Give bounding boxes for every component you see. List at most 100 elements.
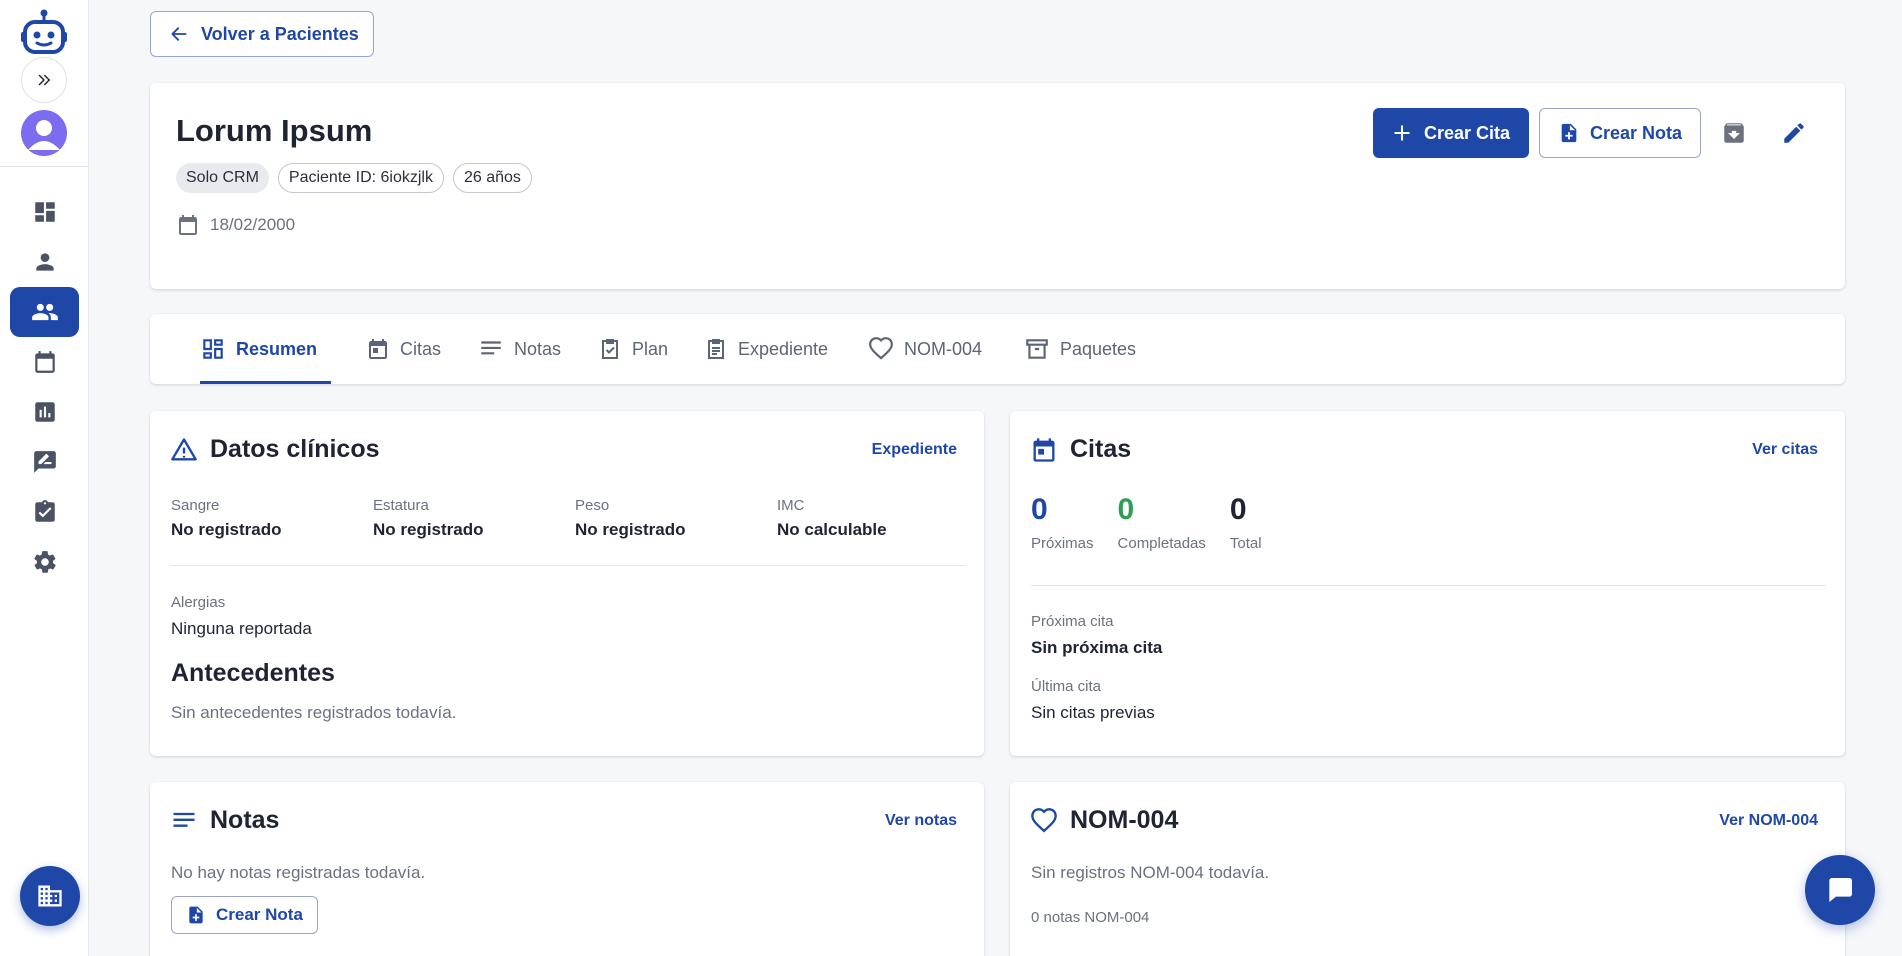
sidebar-item-profile[interactable]: [10, 237, 79, 287]
back-to-patients-button[interactable]: Volver a Pacientes: [150, 11, 374, 57]
divider: [171, 565, 965, 566]
expediente-link[interactable]: Expediente: [872, 441, 957, 459]
back-label: Volver a Pacientes: [201, 23, 359, 44]
tab-label: Notas: [514, 338, 562, 359]
allergies-label: Alergias: [171, 594, 226, 611]
bmi-field: IMC No calculable: [777, 497, 887, 539]
sidebar-divider: [0, 166, 88, 167]
notes-title: Notas: [170, 806, 279, 835]
dashboard-icon: [34, 202, 55, 222]
appointments-card: Citas Ver citas 0 Próximas 0 Completadas…: [1010, 411, 1845, 756]
sidebar-item-tasks[interactable]: [10, 487, 79, 537]
tab-resumen[interactable]: Resumen: [200, 314, 332, 384]
tab-label: Resumen: [236, 338, 318, 359]
weight-field: Peso No registrado: [575, 497, 686, 539]
tab-label: NOM-004: [904, 338, 983, 359]
avatar[interactable]: [21, 110, 67, 156]
person-icon: [35, 253, 54, 271]
sidebar-item-settings[interactable]: [10, 537, 79, 587]
sidebar-item-calendar[interactable]: [10, 337, 79, 387]
chat-bubble-icon: [1829, 878, 1852, 902]
birth-date-value: 18/02/2000: [210, 215, 296, 234]
view-nom004-link[interactable]: Ver NOM-004: [1719, 812, 1818, 830]
chart-icon: [34, 402, 55, 422]
dashboard-outline-icon: [203, 339, 223, 359]
next-appointment-label: Próxima cita: [1031, 613, 1114, 630]
last-appointment-label: Última cita: [1031, 678, 1102, 695]
patient-chips: Solo CRM Paciente ID: 6iokzjlk 26 años: [176, 163, 532, 193]
divider: [1031, 585, 1826, 586]
patient-header-card: Lorum Ipsum Solo CRM Paciente ID: 6iokzj…: [150, 83, 1845, 289]
sidebar-item-patients[interactable]: [10, 287, 79, 337]
arrow-left-icon: [171, 27, 187, 41]
tab-label: Citas: [400, 338, 442, 359]
view-notes-link[interactable]: Ver notas: [885, 812, 957, 830]
calendar-icon: [34, 351, 55, 373]
tab-notas[interactable]: Notas: [478, 314, 561, 384]
tab-citas[interactable]: Citas: [366, 314, 441, 384]
tab-paquetes[interactable]: Paquetes: [1024, 314, 1136, 384]
tab-label: Paquetes: [1060, 338, 1137, 359]
stat-upcoming: 0 Próximas: [1031, 493, 1094, 552]
pencil-icon: [1784, 123, 1804, 143]
heart-icon: [1031, 807, 1057, 833]
warning-icon: [171, 437, 197, 460]
sidebar-item-feedback[interactable]: [10, 437, 79, 487]
tab-expediente[interactable]: Expediente: [704, 314, 828, 384]
stat-completed: 0 Completadas: [1117, 493, 1206, 552]
patient-name: Lorum Ipsum: [176, 113, 373, 148]
notes-card: Notas Ver notas No hay notas registradas…: [150, 782, 984, 956]
archive-icon: [1724, 123, 1744, 143]
age-chip: 26 años: [452, 163, 532, 193]
nom004-count: 0 notas NOM-004: [1031, 909, 1150, 926]
appointments-title: Citas: [1030, 435, 1131, 464]
people-icon: [31, 303, 58, 321]
notes-icon: [173, 812, 195, 827]
create-appointment-button[interactable]: Crear Cita: [1373, 108, 1529, 158]
calendar-icon: [1033, 437, 1055, 462]
create-note-inline-button[interactable]: Crear Nota: [171, 896, 318, 934]
clipboard-icon: [708, 339, 724, 359]
edit-patient-button[interactable]: [1776, 115, 1812, 151]
sidebar-item-reports[interactable]: [10, 387, 79, 437]
tab-plan[interactable]: Plan: [598, 314, 668, 384]
notes-empty: No hay notas registradas todavía.: [171, 863, 426, 882]
clinical-data-card: Datos clínicos Expediente Sangre No regi…: [150, 411, 984, 756]
history-empty: Sin antecedentes registrados todavía.: [171, 703, 457, 722]
checklist-icon: [602, 339, 618, 359]
calendar-icon: [179, 215, 197, 235]
building-icon: [38, 885, 62, 907]
note-add-icon: [1561, 123, 1577, 143]
create-appointment-label: Crear Cita: [1423, 122, 1511, 143]
organization-button[interactable]: [20, 866, 80, 926]
sidebar-item-dashboard[interactable]: [10, 187, 79, 237]
tab-label: Expediente: [738, 338, 829, 359]
nom004-empty: Sin registros NOM-004 todavía.: [1031, 863, 1270, 882]
gear-icon: [33, 551, 56, 573]
allergies-value: Ninguna reportada: [171, 619, 312, 638]
birth-date: 18/02/2000: [176, 213, 295, 237]
sidebar: [0, 0, 89, 956]
create-note-button[interactable]: Crear Nota: [1539, 108, 1701, 158]
nom004-title: NOM-004: [1030, 806, 1178, 835]
patient-tabs: Resumen Citas Notas Plan Expediente NOM-…: [150, 314, 1845, 384]
appointment-stats: 0 Próximas 0 Completadas 0 Total: [1031, 493, 1262, 552]
blood-field: Sangre No registrado: [171, 497, 282, 539]
height-field: Estatura No registrado: [373, 497, 484, 539]
plus-icon: [1394, 125, 1410, 141]
notes-icon: [481, 341, 501, 355]
archive-outline-icon: [1026, 339, 1048, 359]
view-appointments-link[interactable]: Ver citas: [1752, 441, 1818, 459]
archive-button[interactable]: [1716, 115, 1752, 151]
expand-sidebar-button[interactable]: [21, 57, 67, 103]
chat-button[interactable]: [1805, 855, 1875, 925]
stat-total: 0 Total: [1229, 493, 1262, 552]
heart-icon: [869, 337, 893, 360]
crm-only-chip: Solo CRM: [176, 163, 269, 193]
patient-id-chip: Paciente ID: 6iokzjlk: [277, 163, 444, 193]
robot-logo-icon[interactable]: [20, 8, 68, 58]
feedback-icon: [33, 451, 56, 473]
tab-nom-004[interactable]: NOM-004: [868, 314, 982, 384]
history-title: Antecedentes: [171, 659, 335, 687]
double-chevron-right-icon: [38, 74, 50, 86]
